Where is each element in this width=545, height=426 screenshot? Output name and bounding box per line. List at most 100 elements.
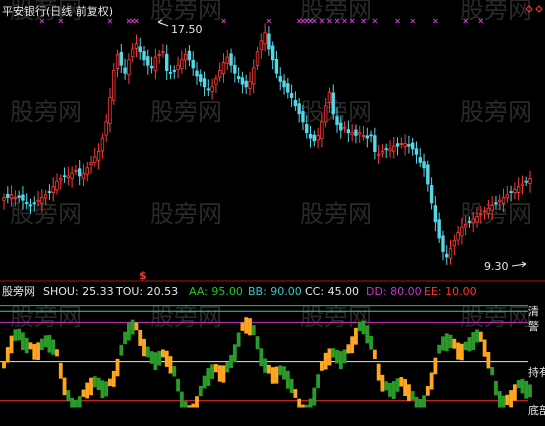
candle <box>278 67 282 91</box>
oscillator-bar <box>43 335 48 348</box>
oscillator-bar <box>319 361 324 371</box>
right-level-label: 持有 <box>528 365 545 379</box>
candle <box>445 245 449 265</box>
candle <box>229 48 233 73</box>
oscillator-bar <box>482 339 487 357</box>
candle <box>354 124 358 144</box>
chart-canvas: 股旁网 股旁网 股旁网 股旁网股旁网 股旁网 股旁网 股旁网股旁网 股旁网 股旁网 股旁网股旁网股… <box>0 0 545 417</box>
candle <box>112 62 116 105</box>
candle <box>263 23 267 52</box>
candle <box>267 26 271 56</box>
oscillator-bar <box>304 404 309 408</box>
oscillator-bar <box>270 367 275 384</box>
candle <box>384 143 388 159</box>
oscillator-bar <box>164 350 169 367</box>
event-x-mark <box>130 18 136 24</box>
oscillator-bar <box>490 366 495 376</box>
candle <box>62 167 67 183</box>
oscillator-bar <box>520 378 525 394</box>
event-x-mark <box>433 18 438 24</box>
candle <box>252 59 256 94</box>
watermark-text: 股旁网 <box>460 0 532 24</box>
oscillator-bar <box>179 391 184 408</box>
candle <box>426 160 430 192</box>
oscillator-bar <box>395 378 400 392</box>
candle <box>85 161 89 182</box>
candle <box>172 65 176 79</box>
oscillator-bar <box>478 331 483 342</box>
oscillator-bar <box>172 366 177 377</box>
candle <box>312 130 317 147</box>
oscillator-bar <box>407 384 411 401</box>
candle <box>286 78 290 99</box>
oscillator-bar <box>92 376 97 388</box>
candle <box>524 176 528 187</box>
oscillator-bar <box>327 348 332 366</box>
event-diamond-mark <box>535 5 543 13</box>
candle <box>161 43 165 58</box>
candle <box>202 71 207 97</box>
candle <box>180 50 184 74</box>
candle <box>89 155 93 174</box>
oscillator-bar <box>528 384 532 398</box>
oscillator-bar <box>47 334 52 353</box>
candle <box>214 74 218 94</box>
candle <box>66 166 71 186</box>
oscillator-bar <box>66 390 71 402</box>
candle <box>221 53 226 83</box>
candle <box>376 144 381 164</box>
oscillator-bar <box>388 382 392 397</box>
candle <box>244 74 248 95</box>
watermark-text: 股旁网 <box>300 200 372 228</box>
candle <box>157 50 161 64</box>
oscillator-bar <box>195 396 199 408</box>
oscillator-bar <box>448 334 453 349</box>
oscillator-bar <box>452 338 457 349</box>
candle <box>369 130 373 143</box>
oscillator-bar <box>229 355 233 368</box>
candle <box>119 43 124 74</box>
candle <box>2 193 6 210</box>
candle <box>93 147 97 167</box>
event-x-mark <box>126 18 132 24</box>
candle <box>6 186 10 204</box>
oscillator-bar <box>335 349 339 364</box>
oscillator-bar <box>255 336 260 350</box>
oscillator-bar <box>198 385 203 397</box>
oscillator-bar <box>210 364 215 379</box>
oscillator-bar <box>516 380 521 389</box>
oscillator-bar <box>96 377 101 390</box>
candle <box>168 65 173 80</box>
candle <box>236 67 241 83</box>
indicator-name: 股旁网 <box>2 284 35 298</box>
candle <box>316 127 320 149</box>
oscillator-bar <box>183 401 188 408</box>
oscillator-bar <box>266 364 271 374</box>
oscillator-bar <box>221 365 226 383</box>
candle <box>410 137 415 156</box>
oscillator-bar <box>248 318 252 336</box>
candle <box>456 226 460 246</box>
candle <box>274 51 279 79</box>
candle <box>422 153 426 177</box>
oscillator-bar <box>323 352 328 370</box>
chart-title: 平安银行(日线 前复权) <box>2 4 113 18</box>
candle <box>233 56 237 83</box>
oscillator-bar <box>17 328 22 341</box>
candle <box>191 51 195 76</box>
oscillator-bar <box>161 349 165 358</box>
legend-entry: BB: 90.00 <box>248 285 302 298</box>
oscillator-right-labels: 清警持有底部 <box>528 305 545 417</box>
candle <box>418 148 422 167</box>
dividend-marker: $ <box>139 269 147 282</box>
oscillator-bar <box>39 338 44 351</box>
low-annotation: 9.30 <box>484 260 509 273</box>
candle <box>199 69 203 87</box>
candle <box>350 123 354 142</box>
legend-entry: TOU: 20.53 <box>115 285 178 298</box>
candle <box>100 133 105 159</box>
candle <box>134 34 139 58</box>
oscillator-bar <box>251 325 256 336</box>
oscillator-bar <box>509 390 513 408</box>
oscillator-bar <box>456 342 461 360</box>
